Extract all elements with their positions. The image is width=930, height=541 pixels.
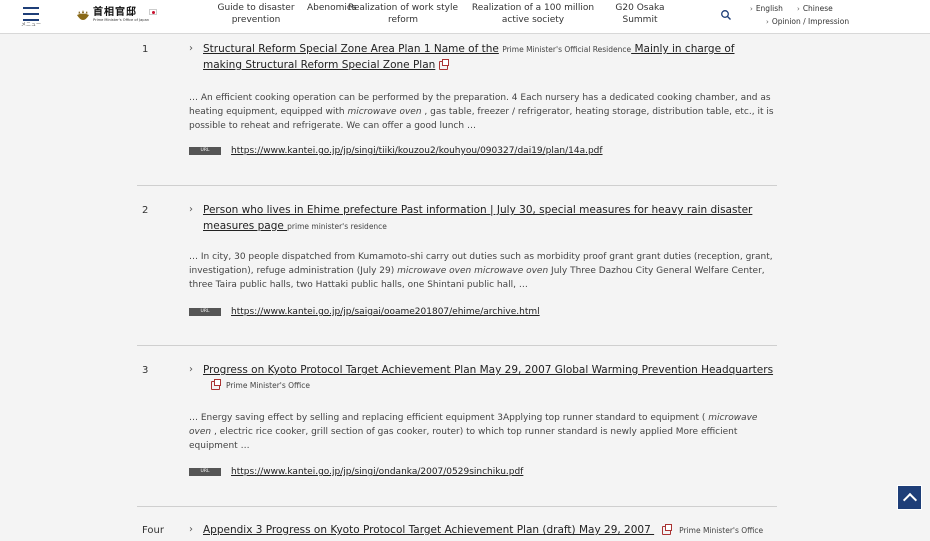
search-icon[interactable]: [720, 9, 732, 21]
result-title-line: Progress on Kyoto Protocol Target Achiev…: [203, 362, 773, 378]
result-title-line-2: making Structural Reform Special Zone Pl…: [203, 57, 450, 73]
logo-english: Prime Minister's Office of Japan: [93, 18, 150, 22]
result-url-link[interactable]: https://www.kantei.go.jp/jp/singi/tiiki/…: [231, 146, 603, 156]
search-result: 2 › Person who lives in Ehime prefecture…: [137, 203, 777, 343]
lang-chinese[interactable]: › Chinese: [797, 4, 833, 13]
url-badge: URL: [189, 468, 221, 476]
chevron-right-icon: ›: [189, 524, 193, 535]
menu-label: メニュー: [20, 22, 41, 28]
chevron-right-icon: ›: [750, 5, 753, 13]
result-url-row: URL https://www.kantei.go.jp/jp/singi/on…: [189, 467, 523, 477]
result-divider: [137, 345, 777, 346]
logo-japanese: 首相官邸: [93, 7, 137, 18]
chevron-right-icon: ›: [189, 204, 193, 215]
result-number: 1: [142, 44, 149, 55]
nav-work-style-reform[interactable]: Realization of work style reform: [347, 2, 459, 26]
result-source-tag: Prime Minister's Office: [679, 526, 764, 535]
result-snippet: … An efficient cooking operation can be …: [189, 93, 774, 131]
menu-button[interactable]: メニュー: [20, 5, 42, 29]
result-url-row: URL https://www.kantei.go.jp/jp/singi/ti…: [189, 146, 603, 156]
result-url-link[interactable]: https://www.kantei.go.jp/jp/saigai/ooame…: [231, 307, 540, 317]
result-number: 3: [142, 365, 149, 376]
pdf-icon: [439, 58, 450, 70]
chevron-right-icon: ›: [189, 43, 193, 54]
chevron-right-icon: ›: [189, 364, 193, 375]
url-badge: URL: [189, 308, 221, 316]
result-url-row: URL https://www.kantei.go.jp/jp/saigai/o…: [189, 307, 540, 317]
result-title-link[interactable]: Person who lives in Ehime prefecture Pas…: [203, 204, 752, 216]
result-divider: [137, 506, 777, 507]
result-url-link[interactable]: https://www.kantei.go.jp/jp/singi/ondank…: [231, 467, 523, 477]
lang-english[interactable]: › English: [750, 4, 783, 13]
result-snippet: … In city, 30 people dispatched from Kum…: [189, 252, 773, 290]
search-result: 1 › Structural Reform Special Zone Area …: [137, 42, 777, 182]
nav-active-society[interactable]: Realization of a 100 million active soci…: [468, 2, 598, 26]
result-snippet: … Energy saving effect by selling and re…: [189, 413, 758, 451]
result-title-line-2: Prime Minister's Office: [211, 377, 310, 394]
result-divider: [137, 185, 777, 186]
result-title-link-cont[interactable]: Mainly in charge of: [631, 43, 734, 55]
search-result: Four › Appendix 3 Progress on Kyoto Prot…: [137, 523, 777, 541]
url-badge: URL: [189, 147, 221, 155]
opinion-link[interactable]: › Opinion / Impression: [766, 17, 849, 26]
result-source-tag: Prime Minister's Office: [226, 381, 311, 390]
paulownia-crest-icon: [77, 10, 89, 20]
result-source-tag: prime minister's residence: [287, 222, 387, 231]
site-header: メニュー 首相官邸 Prime Minister's Office of Jap…: [0, 0, 930, 34]
back-to-top-button[interactable]: [897, 485, 922, 510]
result-number: Four: [142, 525, 164, 536]
site-logo[interactable]: 首相官邸 Prime Minister's Office of Japan: [76, 7, 160, 25]
nav-disaster-prevention[interactable]: Guide to disaster prevention: [210, 2, 302, 26]
result-title-link[interactable]: Structural Reform Special Zone Area Plan…: [203, 43, 499, 55]
result-title-link[interactable]: Progress on Kyoto Protocol Target Achiev…: [203, 364, 773, 376]
chevron-right-icon: ›: [797, 5, 800, 13]
result-title-link-cont[interactable]: measures page: [203, 220, 287, 232]
hamburger-icon: [23, 7, 39, 9]
result-title-link[interactable]: Appendix 3 Progress on Kyoto Protocol Ta…: [203, 524, 654, 536]
search-result: 3 › Progress on Kyoto Protocol Target Ac…: [137, 363, 777, 503]
result-number: 2: [142, 205, 149, 216]
chevron-right-icon: ›: [766, 18, 769, 26]
result-title-line: Appendix 3 Progress on Kyoto Protocol Ta…: [203, 522, 763, 539]
nav-g20-summit[interactable]: G20 Osaka Summit: [612, 2, 668, 26]
result-source-tag: Prime Minister's Official Residence: [502, 45, 632, 54]
nav-abenomics[interactable]: Abenomics: [307, 2, 357, 14]
pdf-icon: [662, 523, 673, 535]
result-title-link-end[interactable]: making Structural Reform Special Zone Pl…: [203, 59, 435, 71]
japan-flag-icon: [149, 9, 157, 15]
result-title-line: Person who lives in Ehime prefecture Pas…: [203, 202, 752, 218]
pdf-icon: [211, 378, 221, 390]
result-title-line: Structural Reform Special Zone Area Plan…: [203, 41, 735, 58]
result-title-line-2: measures page prime minister's residence: [203, 218, 387, 235]
